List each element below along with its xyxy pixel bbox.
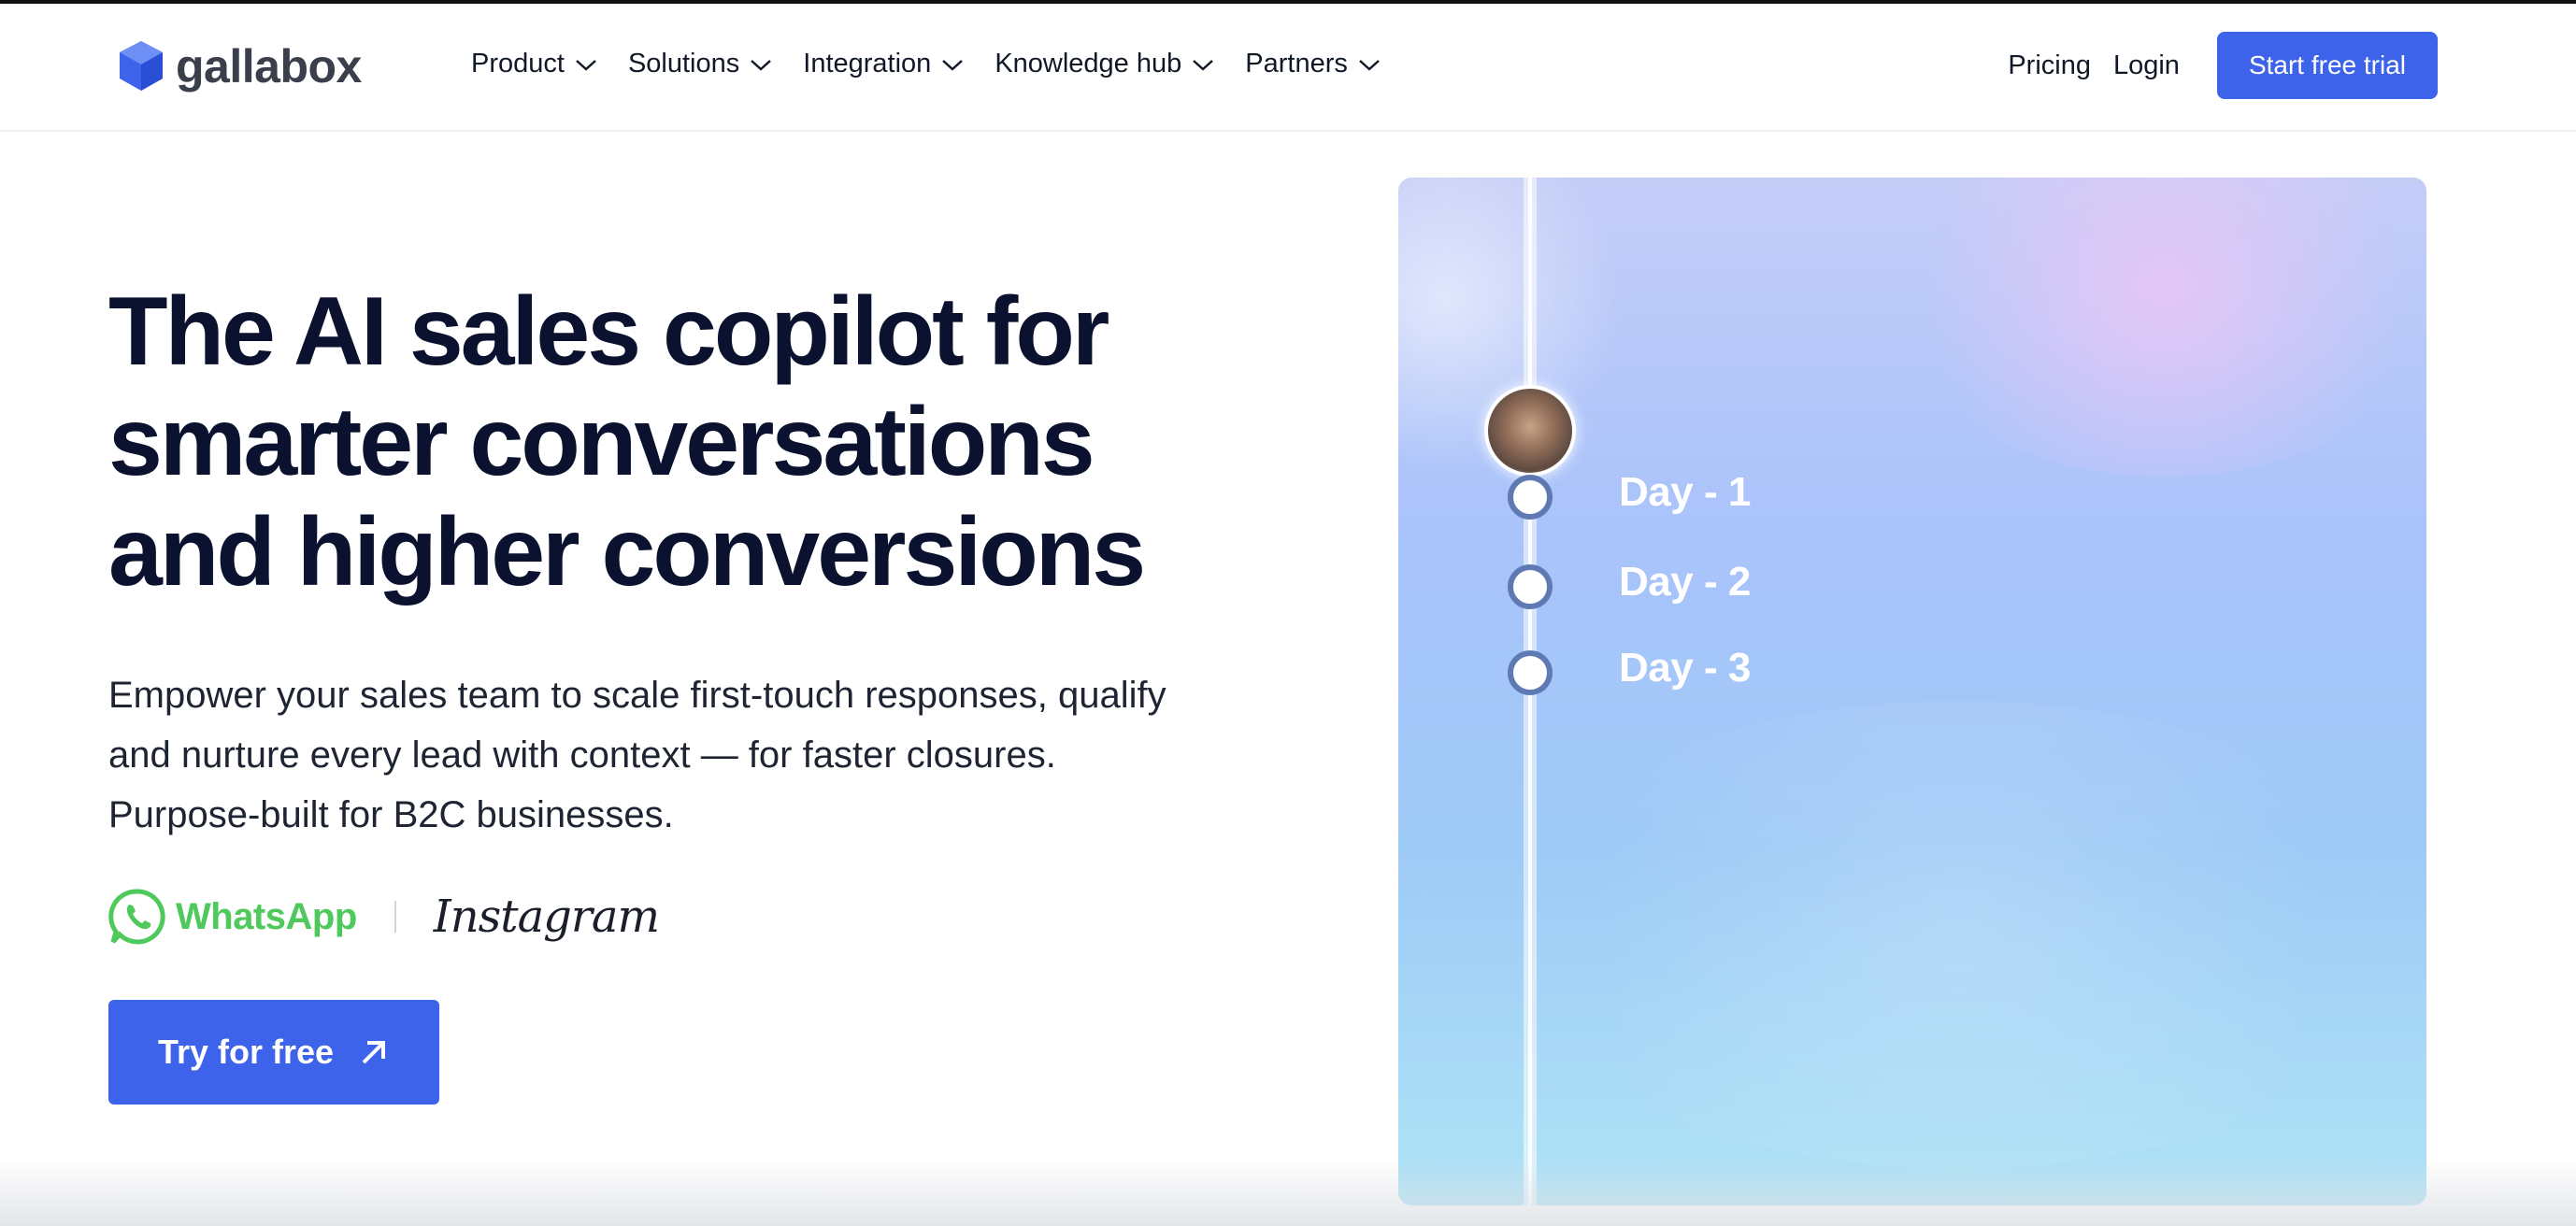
- nav-integration[interactable]: Integration: [803, 49, 965, 79]
- hero-title-line: smarter conversations: [108, 388, 1095, 496]
- nav-knowledge-hub[interactable]: Knowledge hub: [995, 49, 1215, 79]
- channel-logos: WhatsApp Instagram: [108, 888, 1342, 946]
- bottom-fade: [0, 1159, 2576, 1226]
- hero-title: The AI sales copilot for smarter convers…: [108, 277, 1342, 607]
- hero-title-line: and higher conversions: [108, 498, 1146, 606]
- day-label: Day - 1: [1619, 469, 1751, 515]
- channel-divider: [394, 901, 396, 933]
- nav-label: Product: [471, 49, 565, 78]
- nav-label: Solutions: [627, 49, 740, 78]
- nav-label: Knowledge hub: [995, 49, 1182, 78]
- panel-glow: [1884, 178, 2426, 477]
- nav-product[interactable]: Product: [471, 49, 598, 79]
- timeline-dot: [1508, 564, 1553, 609]
- logo-text: gallabox: [176, 40, 362, 93]
- arrow-up-right-icon: [362, 1041, 386, 1064]
- cube-logo-icon: [120, 41, 163, 91]
- gallabox-logo[interactable]: gallabox: [118, 39, 362, 93]
- avatar: [1484, 385, 1576, 477]
- product-visual-panel: Day - 1 Day - 2 Day - 3: [1398, 178, 2426, 1205]
- try-for-free-button[interactable]: Try for free: [108, 1000, 439, 1105]
- main-nav: Product Solutions Integration Knowledge …: [471, 49, 1381, 79]
- whatsapp-label: WhatsApp: [176, 895, 357, 937]
- nav-label: Integration: [803, 49, 932, 78]
- site-header: gallabox Product Solutions Integration K…: [0, 4, 2576, 132]
- chevron-down-icon: [576, 59, 596, 71]
- start-free-trial-button[interactable]: Start free trial: [2216, 32, 2438, 99]
- nav-label: Partners: [1245, 49, 1348, 78]
- day-label: Day - 2: [1619, 559, 1751, 605]
- day-label: Day - 3: [1619, 645, 1751, 691]
- timeline-dot: [1508, 475, 1553, 520]
- hero-section: The AI sales copilot for smarter convers…: [108, 277, 1342, 1105]
- chevron-down-icon: [1193, 59, 1214, 71]
- whatsapp-logo: WhatsApp: [108, 888, 357, 946]
- login-link[interactable]: Login: [2113, 50, 2180, 81]
- try-for-free-label: Try for free: [157, 1033, 335, 1071]
- panel-glow: [1492, 701, 2426, 1168]
- pricing-link[interactable]: Pricing: [2008, 50, 2091, 81]
- chevron-down-icon: [942, 59, 964, 71]
- chevron-down-icon: [1359, 59, 1380, 71]
- hero-title-line: The AI sales copilot for: [108, 278, 1109, 386]
- nav-partners[interactable]: Partners: [1245, 49, 1381, 79]
- nav-solutions[interactable]: Solutions: [628, 49, 773, 79]
- instagram-logo: Instagram: [433, 891, 660, 943]
- timeline-dot: [1508, 650, 1553, 695]
- chevron-down-icon: [751, 59, 772, 71]
- whatsapp-icon: [108, 889, 165, 945]
- hero-subtitle: Empower your sales team to scale first-t…: [108, 675, 1166, 835]
- header-actions: Pricing Login Start free trial: [2008, 32, 2438, 99]
